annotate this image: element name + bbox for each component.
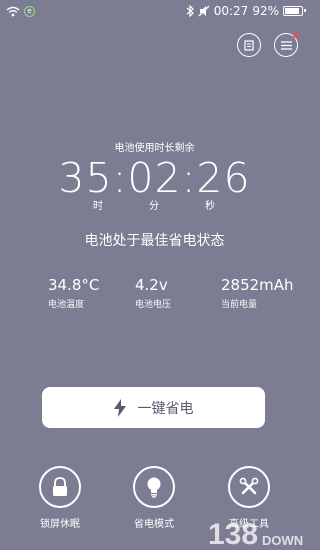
document-icon bbox=[244, 39, 254, 51]
stat-value: 2852mAh bbox=[221, 276, 294, 294]
tool-circle bbox=[228, 466, 270, 508]
stat-temperature: 34.8°C 电池温度 bbox=[48, 276, 99, 310]
bluetooth-icon bbox=[186, 5, 194, 17]
document-button[interactable] bbox=[237, 33, 261, 57]
unit-seconds: 秒 bbox=[205, 201, 215, 212]
watermark-text: DOWN bbox=[262, 533, 303, 548]
stat-label: 当前电量 bbox=[221, 300, 258, 310]
status-time: 00:27 bbox=[213, 4, 249, 18]
wifi-icon bbox=[6, 6, 20, 16]
tool-lock-sleep[interactable]: 锁屏休眠 bbox=[31, 466, 89, 530]
stat-voltage: 4.2v 电池电压 bbox=[135, 276, 171, 310]
tool-circle bbox=[133, 466, 175, 508]
stat-label: 电池温度 bbox=[48, 300, 85, 310]
one-click-save-label: 一键省电 bbox=[137, 400, 194, 417]
stat-capacity: 2852mAh 当前电量 bbox=[221, 276, 294, 310]
menu-icon bbox=[280, 40, 292, 50]
unit-hours: 时 bbox=[93, 201, 103, 212]
battery-state: 电池处于最佳省电状态 bbox=[84, 233, 225, 249]
battery-level-fill bbox=[285, 8, 299, 14]
lock-icon bbox=[53, 477, 67, 496]
watermark-logo: 138 DOWN bbox=[208, 518, 303, 550]
stat-label: 电池电压 bbox=[135, 300, 172, 310]
stat-value: 4.2v bbox=[135, 276, 168, 294]
tool-label: 锁屏休眠 bbox=[40, 519, 80, 530]
remaining-time: 35:02:26 bbox=[58, 154, 251, 202]
data-ring-icon: e bbox=[24, 5, 35, 17]
lightning-icon bbox=[113, 398, 126, 417]
wrench-icon bbox=[239, 477, 259, 495]
tool-circle bbox=[39, 466, 81, 508]
stat-value: 34.8°C bbox=[48, 276, 100, 294]
status-bar: e 00:27 92% bbox=[0, 0, 309, 22]
menu-button[interactable] bbox=[274, 33, 298, 57]
lightbulb-icon bbox=[147, 477, 161, 497]
muted-icon bbox=[198, 5, 210, 17]
unit-minutes: 分 bbox=[149, 201, 159, 212]
notification-dot bbox=[293, 33, 298, 38]
remaining-title: 电池使用时长剩余 bbox=[114, 143, 195, 154]
watermark-number: 138 bbox=[208, 518, 258, 550]
tool-label: 省电模式 bbox=[134, 519, 174, 530]
tool-power-mode[interactable]: 省电模式 bbox=[125, 466, 183, 530]
battery-percent: 92% bbox=[252, 4, 279, 18]
one-click-save-button[interactable]: 一键省电 bbox=[42, 387, 265, 428]
battery-icon bbox=[283, 6, 306, 16]
